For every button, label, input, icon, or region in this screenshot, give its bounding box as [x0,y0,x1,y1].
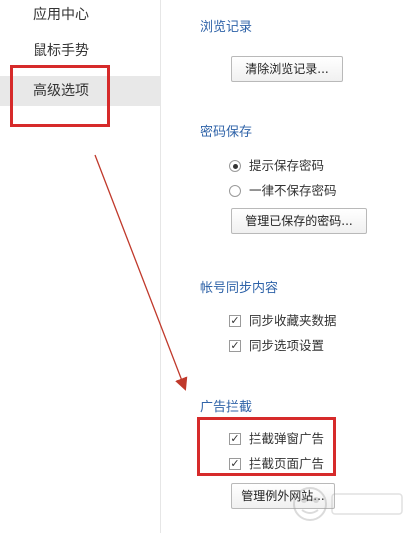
checkbox-checked-icon[interactable]: ✓ [229,340,241,352]
checkbox-label: 拦截页面广告 [249,456,325,471]
sidebar: 应用中心 鼠标手势 高级选项 [0,0,161,533]
checkbox-row-sync-favorites[interactable]: ✓ 同步收藏夹数据 [229,312,337,330]
checkbox-label: 同步收藏夹数据 [249,313,337,328]
section-title-password-save: 密码保存 [200,125,253,140]
manage-exception-sites-button[interactable]: 管理例外网站... [231,483,335,509]
sidebar-item-mouse-gestures[interactable]: 鼠标手势 [0,36,160,66]
section-title-browse-history: 浏览记录 [200,20,253,35]
checkbox-row-sync-settings[interactable]: ✓ 同步选项设置 [229,337,324,355]
clear-history-button[interactable]: 清除浏览记录... [231,56,343,82]
checkbox-label: 拦截弹窗广告 [249,431,325,446]
radio-label: 一律不保存密码 [249,183,337,198]
section-title-ad-block: 广告拦截 [200,400,253,415]
checkbox-row-block-popups[interactable]: ✓ 拦截弹窗广告 [229,430,324,448]
sidebar-item-label: 高级选项 [33,83,89,99]
sidebar-item-label: 应用中心 [33,7,89,23]
checkbox-checked-icon[interactable]: ✓ [229,433,241,445]
radio-checked-icon[interactable] [229,160,241,172]
radio-row-prompt-save[interactable]: 提示保存密码 [229,157,324,175]
manage-saved-passwords-button[interactable]: 管理已保存的密码... [231,208,367,234]
radio-row-never-save[interactable]: 一律不保存密码 [229,182,337,200]
checkbox-checked-icon[interactable]: ✓ [229,458,241,470]
checkbox-row-block-page-ads[interactable]: ✓ 拦截页面广告 [229,455,324,473]
checkbox-label: 同步选项设置 [249,338,325,353]
sidebar-item-label: 鼠标手势 [33,43,89,59]
sidebar-item-app-center[interactable]: 应用中心 [0,0,160,30]
checkbox-checked-icon[interactable]: ✓ [229,315,241,327]
radio-label: 提示保存密码 [249,158,325,173]
radio-unchecked-icon[interactable] [229,185,241,197]
section-title-account-sync: 帐号同步内容 [200,281,279,296]
sidebar-item-advanced-options[interactable]: 高级选项 [0,76,160,106]
